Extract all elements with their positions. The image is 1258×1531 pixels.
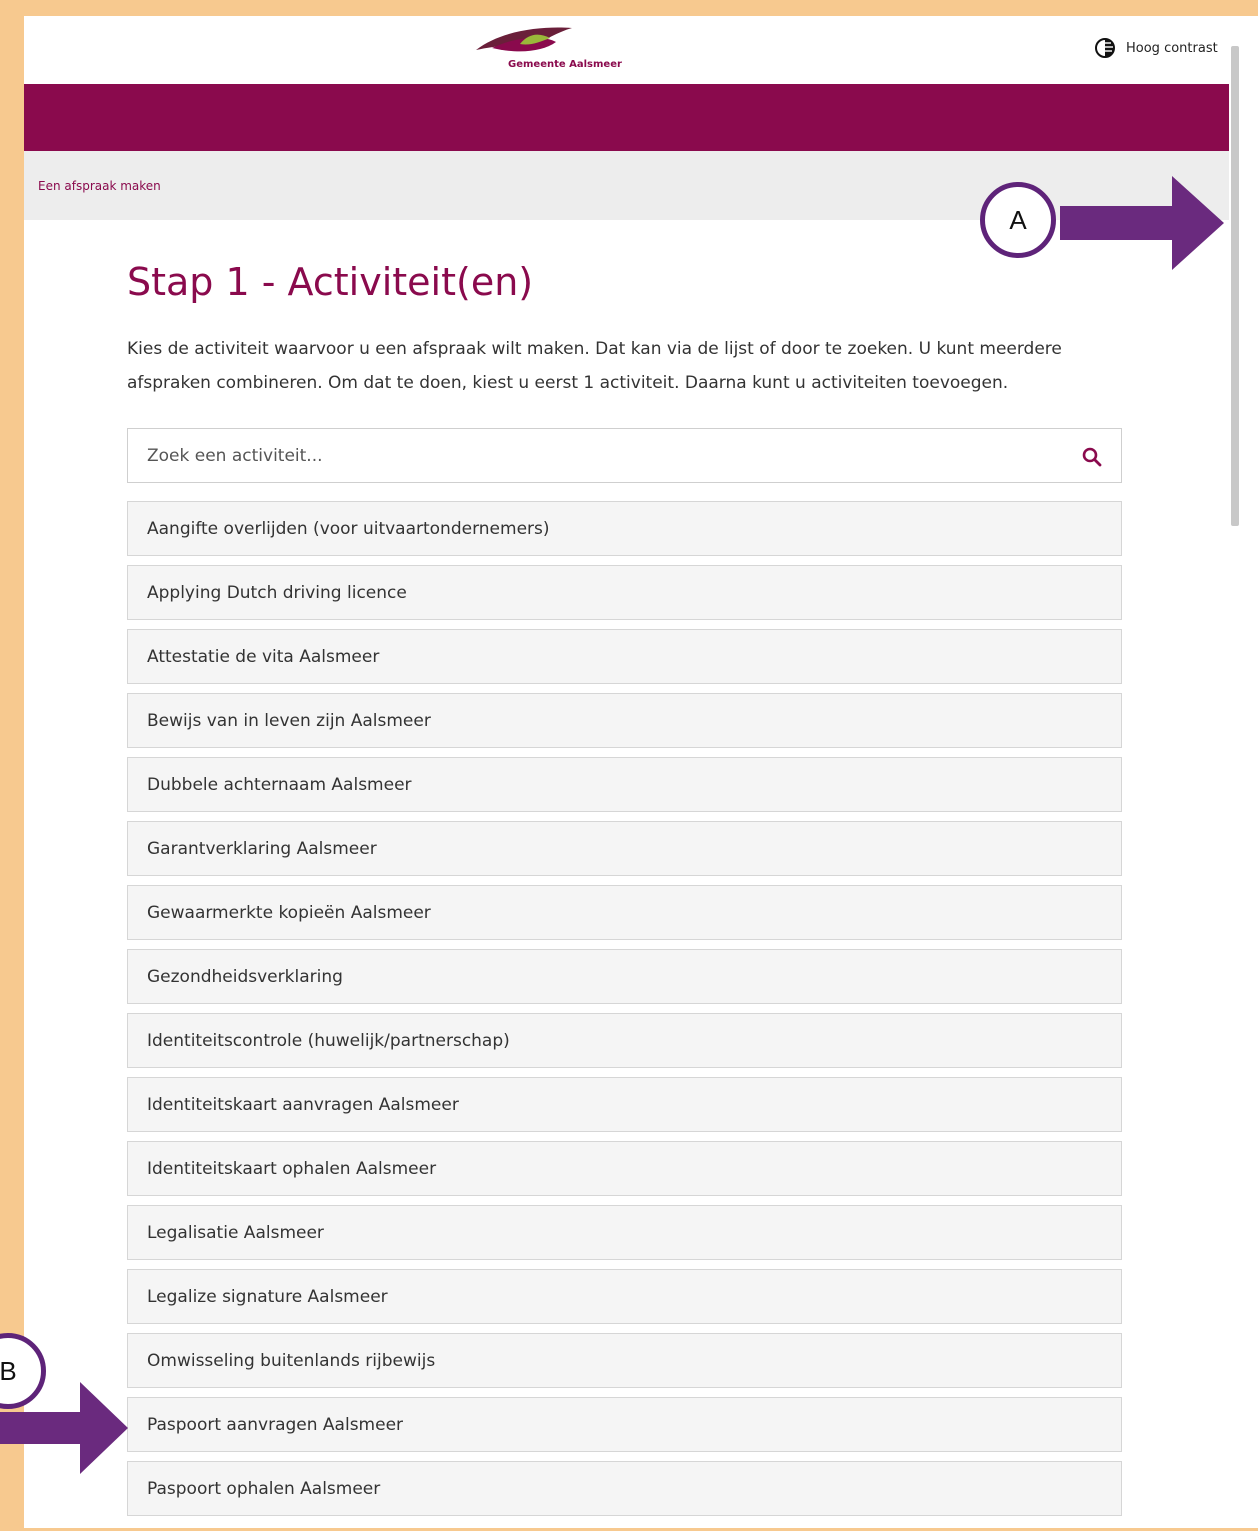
breadcrumb-link-afspraak[interactable]: Een afspraak maken <box>38 179 161 193</box>
activity-list: Aangifte overlijden (voor uitvaartondern… <box>127 501 1122 1516</box>
annotation-a-arrow-icon <box>1060 176 1224 270</box>
activity-item[interactable]: Legalisatie Aalsmeer <box>127 1205 1122 1260</box>
scrollbar-thumb[interactable] <box>1231 46 1239 526</box>
activity-item[interactable]: Bewijs van in leven zijn Aalsmeer <box>127 693 1122 748</box>
activity-item[interactable]: Paspoort ophalen Aalsmeer <box>127 1461 1122 1516</box>
activity-item[interactable]: Gezondheidsverklaring <box>127 949 1122 1004</box>
activity-search <box>127 428 1122 483</box>
activity-item[interactable]: Garantverklaring Aalsmeer <box>127 821 1122 876</box>
annotation-a-badge: A <box>980 182 1056 258</box>
search-input[interactable] <box>128 429 1121 482</box>
activity-item[interactable]: Omwisseling buitenlands rijbewijs <box>127 1333 1122 1388</box>
activity-item[interactable]: Attestatie de vita Aalsmeer <box>127 629 1122 684</box>
gemeente-aalsmeer-logo[interactable] <box>472 24 622 80</box>
high-contrast-label: Hoog contrast <box>1126 40 1218 56</box>
intro-text: Kies de activiteit waarvoor u een afspra… <box>127 339 1062 393</box>
search-icon[interactable] <box>1081 446 1103 468</box>
high-contrast-toggle[interactable]: Hoog contrast <box>1094 38 1218 58</box>
annotation-b-arrow-icon <box>0 1382 128 1474</box>
site-header: Gemeente Aalsmeer Hoog contrast <box>24 16 1229 84</box>
activity-item[interactable]: Legalize signature Aalsmeer <box>127 1269 1122 1324</box>
activity-item[interactable]: Applying Dutch driving licence <box>127 565 1122 620</box>
activity-item[interactable]: Identiteitskaart aanvragen Aalsmeer <box>127 1077 1122 1132</box>
activity-item[interactable]: Identiteitscontrole (huwelijk/partnersch… <box>127 1013 1122 1068</box>
page-title: Stap 1 - Activiteit(en) <box>127 260 534 304</box>
activity-item[interactable]: Dubbele achternaam Aalsmeer <box>127 757 1122 812</box>
activity-item[interactable]: Aangifte overlijden (voor uitvaartondern… <box>127 501 1122 556</box>
activity-item-paspoort-aanvragen[interactable]: Paspoort aanvragen Aalsmeer <box>127 1397 1122 1452</box>
logo-text: Gemeente Aalsmeer <box>508 59 622 70</box>
contrast-icon <box>1095 38 1115 58</box>
activity-item[interactable]: Gewaarmerkte kopieën Aalsmeer <box>127 885 1122 940</box>
activity-item[interactable]: Identiteitskaart ophalen Aalsmeer <box>127 1141 1122 1196</box>
brand-band <box>24 84 1229 151</box>
main-content: Stap 1 - Activiteit(en) Kies de activite… <box>127 220 1122 1525</box>
